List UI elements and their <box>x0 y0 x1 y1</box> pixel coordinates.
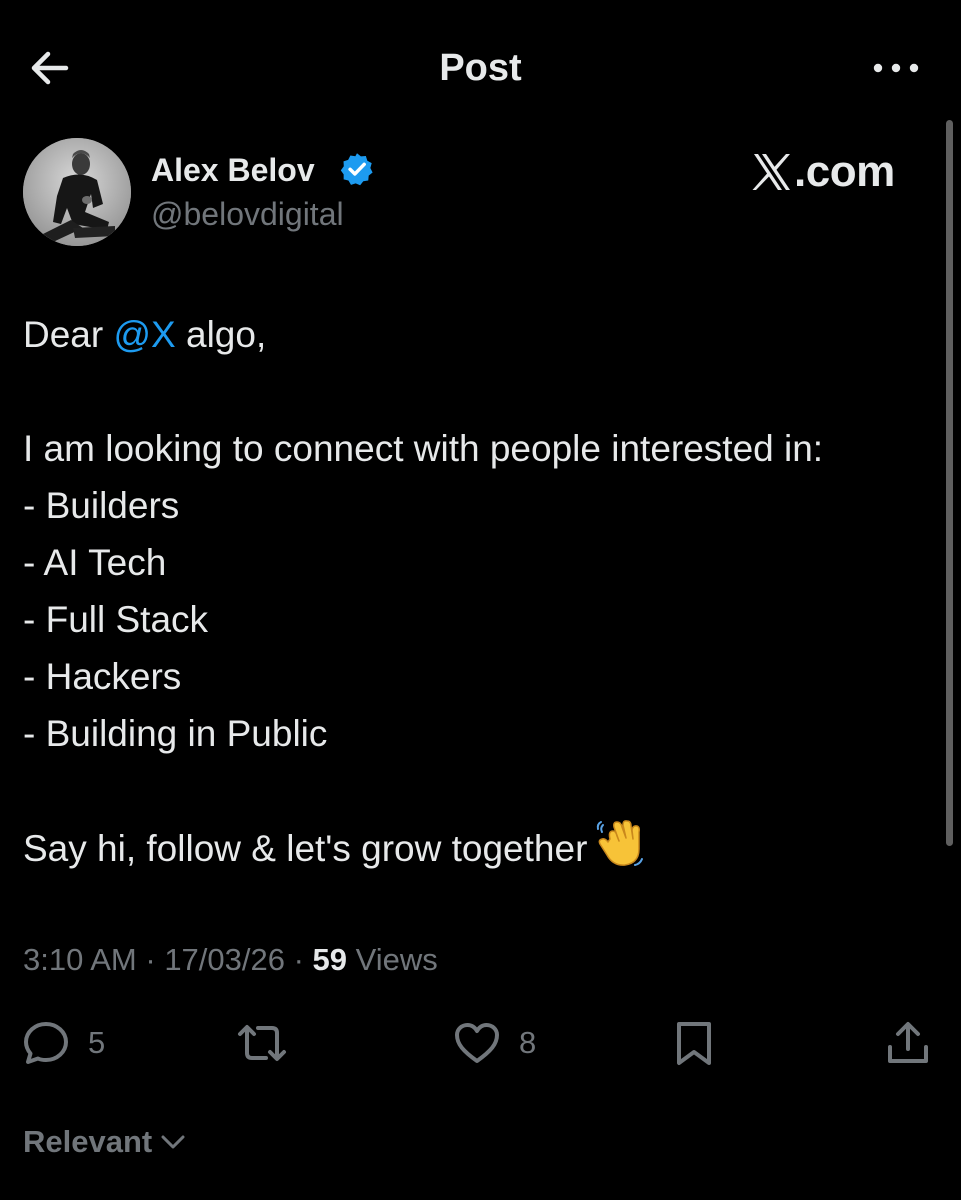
repost-button[interactable] <box>234 1018 308 1068</box>
more-options-button[interactable] <box>871 48 921 88</box>
sort-label: Relevant <box>23 1124 153 1159</box>
watermark-text: .com <box>794 147 895 196</box>
heart-icon <box>455 1023 499 1063</box>
list-item: - Full Stack <box>23 599 209 640</box>
list-item: - AI Tech <box>23 542 167 583</box>
greeting-prefix: Dear <box>23 314 114 355</box>
list-item: - Building in Public <box>23 713 328 754</box>
reply-count: 5 <box>88 1025 106 1060</box>
reply-button[interactable]: 5 <box>22 1018 105 1068</box>
bookmark-icon <box>677 1022 711 1065</box>
like-count: 8 <box>519 1025 537 1060</box>
post-text: Dear @X algo, I am looking to connect wi… <box>23 306 943 876</box>
top-bar: Post <box>0 0 961 130</box>
sort-dropdown[interactable]: Relevant <box>23 1120 188 1164</box>
chevron-down-icon <box>161 1135 185 1149</box>
mention-link[interactable]: @X <box>113 314 175 355</box>
avatar[interactable] <box>23 138 131 246</box>
x-logo-icon <box>752 154 790 190</box>
post-time: 3:10 AM <box>23 942 137 977</box>
page-title: Post <box>439 47 522 89</box>
reply-icon <box>24 1022 68 1064</box>
list-item: - Hackers <box>23 656 182 697</box>
bookmark-button[interactable] <box>670 1018 718 1068</box>
verified-badge-icon <box>340 153 373 186</box>
more-horizontal-icon <box>873 63 919 73</box>
views-count[interactable]: 59 <box>313 942 347 977</box>
views-label[interactable]: Views <box>347 942 438 977</box>
post-intro: I am looking to connect with people inte… <box>23 428 824 469</box>
scrollbar[interactable] <box>946 120 953 846</box>
author-handle[interactable]: @belovdigital <box>151 194 344 234</box>
like-button[interactable]: 8 <box>453 1018 536 1068</box>
meta-separator: · <box>284 942 313 977</box>
post-greeting: Dear @X algo, <box>23 306 943 363</box>
post-date: 17/03/26 <box>164 942 285 977</box>
closing-text: Say hi, follow & let's grow together <box>23 828 588 869</box>
share-icon <box>888 1022 928 1063</box>
greeting-suffix: algo, <box>175 314 267 355</box>
waving-hand-icon <box>597 820 644 866</box>
author-name[interactable]: Alex Belov <box>151 150 315 190</box>
x-com-watermark: .com <box>752 146 895 198</box>
meta-separator: · <box>136 942 165 977</box>
post-meta: 3:10 AM · 17/03/26 · 59 Views <box>23 938 438 982</box>
list-item: - Builders <box>23 485 180 526</box>
share-button[interactable] <box>884 1018 932 1068</box>
repost-icon <box>238 1025 286 1061</box>
avatar-photo <box>23 138 131 246</box>
post-closing: Say hi, follow & let's grow together <box>23 819 943 876</box>
